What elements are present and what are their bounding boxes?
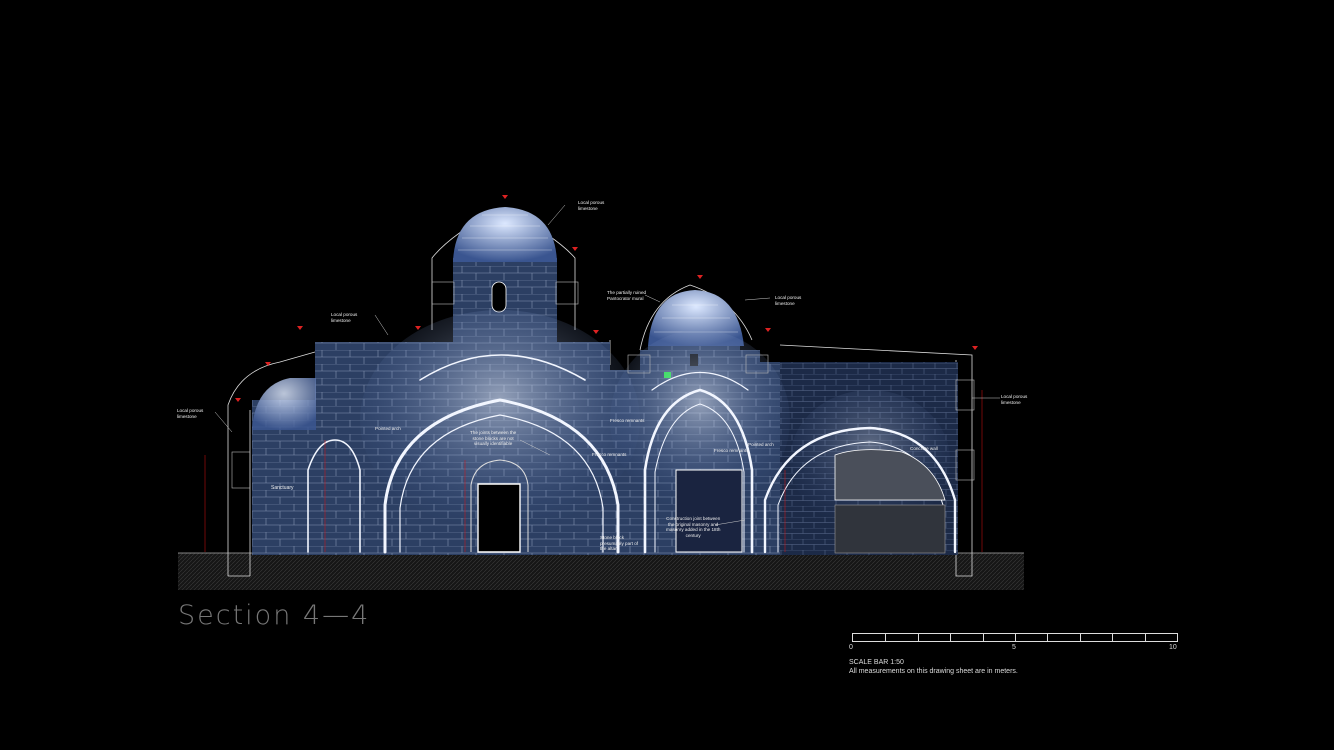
- annotation-fresco-3: Fresco remnants: [714, 448, 749, 453]
- annotation-construction-joint: Construction joint between the original …: [666, 516, 721, 538]
- annotation-roof-left: Local porous limestone: [331, 312, 358, 323]
- annotation-fresco-2: Fresco remnants: [592, 452, 627, 457]
- section-title: Section 4—4: [178, 600, 371, 631]
- scale-caption-line1: SCALE BAR 1:50: [849, 659, 904, 666]
- scale-caption: SCALE BAR 1:50 All measurements on this …: [849, 658, 1018, 676]
- annotation-concrete-wall: Concrete wall: [910, 446, 938, 451]
- scale-tick-5: 5: [1012, 644, 1016, 651]
- annotation-wall-left: Local porous limestone: [177, 408, 204, 419]
- annotation-dome-left: Local porous limestone: [578, 200, 605, 211]
- scale-caption-line2: All measurements on this drawing sheet a…: [849, 668, 1018, 675]
- annotation-wall-right: Local porous limestone: [1001, 394, 1028, 405]
- annotation-sanctuary: Sanctuary: [271, 485, 294, 491]
- annotation-pointed-arch-left: Pointed arch: [375, 426, 401, 431]
- scale-tick-0: 0: [849, 644, 853, 651]
- annotation-joints: The joints between the stone blocks are …: [470, 430, 517, 446]
- annotation-dome-right: Local porous limestone: [775, 295, 802, 306]
- scale-bar-frame: [852, 633, 1178, 642]
- scale-tick-10: 10: [1169, 644, 1177, 651]
- annotation-pantocrator: The partially ruined Pantocrator mural: [607, 290, 647, 301]
- ground-hatch: [178, 553, 1024, 590]
- annotation-fresco-1: Fresco remnants: [610, 418, 645, 423]
- annotation-stone-block: Stone block presumably part of the altar: [600, 535, 639, 551]
- annotation-pointed-arch-right: Pointed arch: [748, 442, 774, 447]
